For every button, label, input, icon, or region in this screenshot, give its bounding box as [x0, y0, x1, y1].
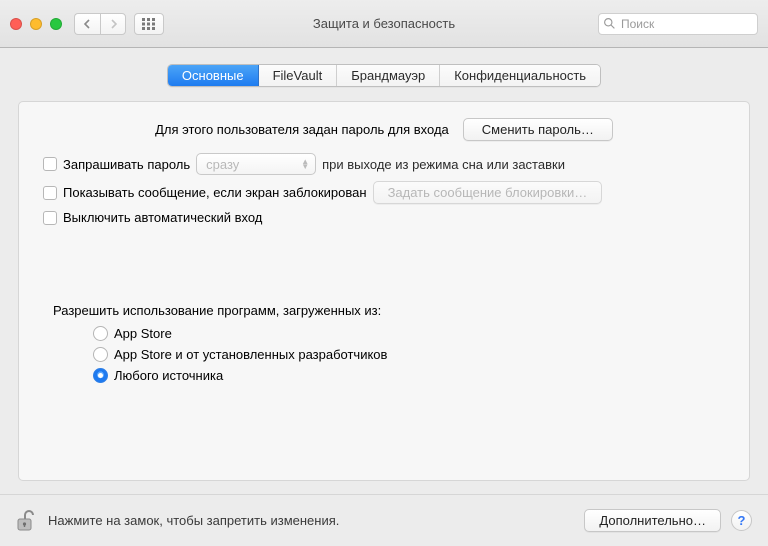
lock-open-icon[interactable]: [16, 509, 36, 533]
tabs-row: Основные FileVault Брандмауэр Конфиденци…: [0, 48, 768, 101]
password-set-label: Для этого пользователя задан пароль для …: [155, 122, 449, 137]
general-pane: Для этого пользователя задан пароль для …: [18, 101, 750, 481]
allow-apps-option-label: Любого источника: [114, 368, 223, 383]
lock-hint-text: Нажмите на замок, чтобы запретить измене…: [48, 513, 339, 528]
advanced-button[interactable]: Дополнительно…: [584, 509, 721, 532]
allow-apps-option-appstore[interactable]: App Store: [93, 326, 731, 341]
nav-buttons: [74, 13, 126, 35]
disable-autologin-row: Выключить автоматический вход: [37, 210, 731, 225]
require-password-row: Запрашивать пароль сразу ▲▼ при выходе и…: [37, 153, 731, 175]
allow-apps-option-label: App Store: [114, 326, 172, 341]
require-password-delay-value: сразу: [206, 157, 239, 172]
zoom-window-icon[interactable]: [50, 18, 62, 30]
allow-apps-option-anywhere[interactable]: Любого источника: [93, 368, 731, 383]
change-password-button[interactable]: Сменить пароль…: [463, 118, 613, 141]
titlebar: Защита и безопасность: [0, 0, 768, 48]
tab-firewall[interactable]: Брандмауэр: [337, 65, 440, 86]
search-input[interactable]: [598, 13, 758, 35]
footer: Нажмите на замок, чтобы запретить измене…: [0, 494, 768, 546]
require-password-delay-select[interactable]: сразу ▲▼: [196, 153, 316, 175]
close-window-icon[interactable]: [10, 18, 22, 30]
allow-apps-option-identified[interactable]: App Store и от установленных разработчик…: [93, 347, 731, 362]
forward-button[interactable]: [100, 13, 126, 35]
tab-filevault[interactable]: FileVault: [259, 65, 338, 86]
tabs: Основные FileVault Брандмауэр Конфиденци…: [167, 64, 601, 87]
window-controls: [10, 18, 62, 30]
tab-privacy[interactable]: Конфиденциальность: [440, 65, 600, 86]
radio-icon: [93, 326, 108, 341]
help-button[interactable]: ?: [731, 510, 752, 531]
show-all-button[interactable]: [134, 13, 164, 35]
show-message-label: Показывать сообщение, если экран заблоки…: [63, 185, 367, 200]
stepper-arrows-icon: ▲▼: [301, 159, 309, 169]
require-password-label: Запрашивать пароль: [63, 157, 190, 172]
radio-icon: [93, 347, 108, 362]
grid-icon: [142, 18, 156, 30]
show-message-checkbox[interactable]: [43, 186, 57, 200]
search-wrap: [598, 13, 758, 35]
set-lock-message-button: Задать сообщение блокировки…: [373, 181, 603, 204]
allow-apps-option-label: App Store и от установленных разработчик…: [114, 347, 387, 362]
search-icon: [603, 17, 616, 30]
allow-apps-section-label: Разрешить использование программ, загруж…: [53, 303, 731, 318]
disable-autologin-label: Выключить автоматический вход: [63, 210, 262, 225]
tab-general[interactable]: Основные: [168, 65, 259, 86]
require-password-checkbox[interactable]: [43, 157, 57, 171]
require-password-tail: при выходе из режима сна или заставки: [322, 157, 565, 172]
minimize-window-icon[interactable]: [30, 18, 42, 30]
back-button[interactable]: [74, 13, 100, 35]
radio-icon: [93, 368, 108, 383]
chevron-left-icon: [83, 19, 92, 29]
allow-apps-radio-group: App Store App Store и от установленных р…: [93, 326, 731, 383]
show-message-row: Показывать сообщение, если экран заблоки…: [37, 181, 731, 204]
password-set-row: Для этого пользователя задан пароль для …: [37, 118, 731, 141]
disable-autologin-checkbox[interactable]: [43, 211, 57, 225]
chevron-right-icon: [109, 19, 118, 29]
